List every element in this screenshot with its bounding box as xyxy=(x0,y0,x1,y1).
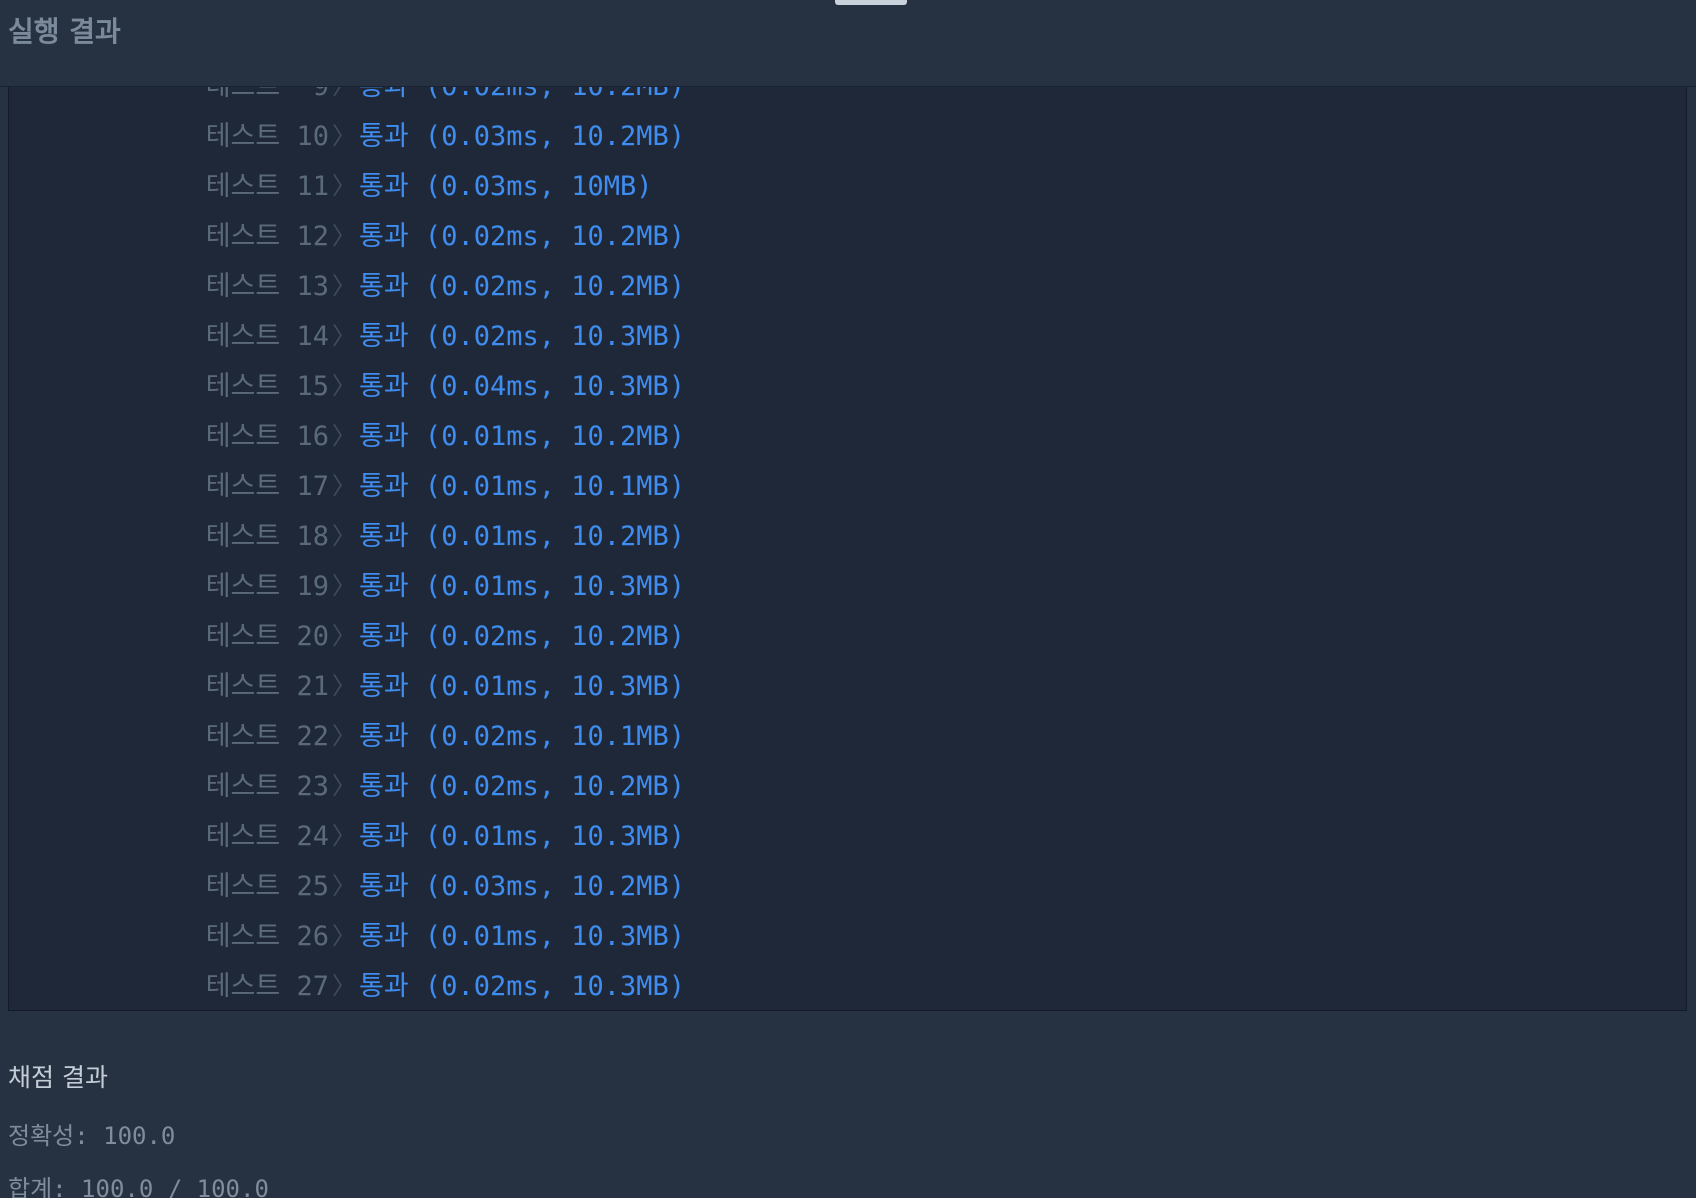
test-label: 테스트 12 xyxy=(205,220,329,252)
chevron-right-icon: 〉 xyxy=(332,471,356,500)
test-label: 테스트 14 xyxy=(205,320,329,352)
test-result: 통과 (0.02ms, 10.3MB) xyxy=(359,320,686,352)
test-label: 테스트 23 xyxy=(205,770,329,802)
test-result: 통과 (0.03ms, 10.2MB) xyxy=(359,120,686,152)
test-result-row: 테스트 14 〉 통과 (0.02ms, 10.3MB) xyxy=(9,308,1686,358)
test-results-panel[interactable]: 테스트 9〉통과 (0.02ms, 10.2MB)테스트 10〉통과 (0.03… xyxy=(8,86,1687,1011)
test-result: 통과 (0.01ms, 10.3MB) xyxy=(359,920,686,952)
chevron-right-icon: 〉 xyxy=(332,921,356,950)
test-label: 테스트 20 xyxy=(205,620,329,652)
chevron-right-icon: 〉 xyxy=(329,86,359,101)
test-result-row: 테스트 27 〉 통과 (0.02ms, 10.3MB) xyxy=(9,958,1686,1008)
test-result: 통과 (0.02ms, 10.2MB) xyxy=(359,620,686,652)
test-result: 통과 (0.04ms, 10.3MB) xyxy=(359,370,686,402)
test-label: 테스트 21 xyxy=(205,670,329,702)
total-score: 합계: 100.0 / 100.0 xyxy=(8,1175,269,1198)
chevron-right-icon: 〉 xyxy=(332,521,356,550)
chevron-right-icon: 〉 xyxy=(332,721,356,750)
test-result: 통과 (0.02ms, 10.2MB) xyxy=(359,86,686,102)
test-label: 테스트 19 xyxy=(205,570,329,602)
test-result-row: 테스트 24 〉 통과 (0.01ms, 10.3MB) xyxy=(9,808,1686,858)
chevron-right-icon: 〉 xyxy=(332,271,356,300)
test-result-row: 테스트 20 〉 통과 (0.02ms, 10.2MB) xyxy=(9,608,1686,658)
test-result-row: 테스트 16 〉 통과 (0.01ms, 10.2MB) xyxy=(9,408,1686,458)
test-result: 통과 (0.01ms, 10.2MB) xyxy=(359,520,686,552)
chevron-right-icon: 〉 xyxy=(332,221,356,250)
test-result-row: 테스트 25 〉 통과 (0.03ms, 10.2MB) xyxy=(9,858,1686,908)
test-result: 통과 (0.01ms, 10.2MB) xyxy=(359,420,686,452)
test-results-list: 테스트 9〉통과 (0.02ms, 10.2MB)테스트 10〉통과 (0.03… xyxy=(9,86,1686,1008)
test-label: 테스트 9 xyxy=(205,86,329,102)
test-result-row: 테스트 23 〉 통과 (0.02ms, 10.2MB) xyxy=(9,758,1686,808)
test-result-row: 테스트 13 〉 통과 (0.02ms, 10.2MB) xyxy=(9,258,1686,308)
test-label: 테스트 13 xyxy=(205,270,329,302)
test-result-row: 테스트 11 〉 통과 (0.03ms, 10MB) xyxy=(9,158,1686,208)
test-result: 통과 (0.02ms, 10.3MB) xyxy=(359,970,686,1002)
test-result: 통과 (0.02ms, 10.2MB) xyxy=(359,770,686,802)
test-label: 테스트 15 xyxy=(205,370,329,402)
test-result-row: 테스트 15 〉 통과 (0.04ms, 10.3MB) xyxy=(9,358,1686,408)
test-result-row: 테스트 9〉통과 (0.02ms, 10.2MB) xyxy=(9,86,1686,108)
test-label: 테스트 11 xyxy=(205,170,329,202)
chevron-right-icon: 〉 xyxy=(332,421,356,450)
chevron-right-icon: 〉 xyxy=(332,321,356,350)
page-title: 실행 결과 xyxy=(8,15,121,48)
test-label: 테스트 25 xyxy=(205,870,329,902)
test-label: 테스트 22 xyxy=(205,720,329,752)
test-label: 테스트 24 xyxy=(205,820,329,852)
test-result-row: 테스트 21 〉 통과 (0.01ms, 10.3MB) xyxy=(9,658,1686,708)
test-result-row: 테스트 17 〉 통과 (0.01ms, 10.1MB) xyxy=(9,458,1686,508)
test-label: 테스트 18 xyxy=(205,520,329,552)
chevron-right-icon: 〉 xyxy=(332,121,356,150)
test-result-row: 테스트 22 〉 통과 (0.02ms, 10.1MB) xyxy=(9,708,1686,758)
chevron-right-icon: 〉 xyxy=(332,871,356,900)
test-label: 테스트 27 xyxy=(205,970,329,1002)
page: 실행 결과 테스트 9〉통과 (0.02ms, 10.2MB)테스트 10〉통과… xyxy=(0,0,1696,1198)
test-result: 통과 (0.02ms, 10.1MB) xyxy=(359,720,686,752)
accuracy-score: 정확성: 100.0 xyxy=(8,1122,176,1150)
chevron-right-icon: 〉 xyxy=(332,621,356,650)
test-result: 통과 (0.01ms, 10.3MB) xyxy=(359,570,686,602)
test-label: 테스트 26 xyxy=(205,920,329,952)
test-result: 통과 (0.03ms, 10.2MB) xyxy=(359,870,686,902)
test-result: 통과 (0.01ms, 10.3MB) xyxy=(359,670,686,702)
test-result: 통과 (0.01ms, 10.3MB) xyxy=(359,820,686,852)
test-result: 통과 (0.02ms, 10.2MB) xyxy=(359,220,686,252)
test-result-row: 테스트 26 〉 통과 (0.01ms, 10.3MB) xyxy=(9,908,1686,958)
test-result-row: 테스트 12 〉 통과 (0.02ms, 10.2MB) xyxy=(9,208,1686,258)
grading-section: 채점 결과 정확성: 100.0 합계: 100.0 / 100.0 xyxy=(8,1058,269,1198)
resize-handle[interactable] xyxy=(835,0,907,5)
test-result: 통과 (0.01ms, 10.1MB) xyxy=(359,470,686,502)
grading-title: 채점 결과 xyxy=(8,1063,108,1092)
chevron-right-icon: 〉 xyxy=(332,671,356,700)
chevron-right-icon: 〉 xyxy=(332,371,356,400)
test-label: 테스트 16 xyxy=(205,420,329,452)
chevron-right-icon: 〉 xyxy=(332,971,356,1000)
test-result: 통과 (0.03ms, 10MB) xyxy=(359,170,653,202)
chevron-right-icon: 〉 xyxy=(332,771,356,800)
chevron-right-icon: 〉 xyxy=(332,171,356,200)
results-header: 실행 결과 xyxy=(0,0,1696,87)
chevron-right-icon: 〉 xyxy=(332,821,356,850)
test-label: 테스트 17 xyxy=(205,470,329,502)
chevron-right-icon: 〉 xyxy=(332,571,356,600)
test-result-row: 테스트 18 〉 통과 (0.01ms, 10.2MB) xyxy=(9,508,1686,558)
test-result: 통과 (0.02ms, 10.2MB) xyxy=(359,270,686,302)
test-label: 테스트 10 xyxy=(205,120,329,152)
test-result-row: 테스트 10 〉 통과 (0.03ms, 10.2MB) xyxy=(9,108,1686,158)
test-result-row: 테스트 19 〉 통과 (0.01ms, 10.3MB) xyxy=(9,558,1686,608)
